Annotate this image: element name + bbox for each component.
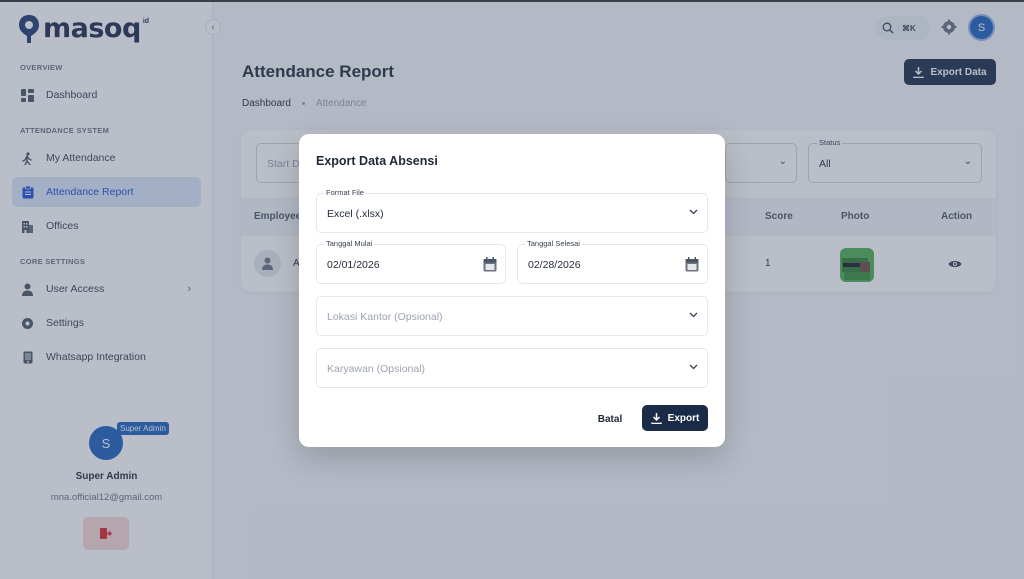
format-file-select[interactable]: Format File Excel (.xlsx) [316, 188, 708, 233]
end-date-value: 02/28/2026 [528, 259, 581, 271]
start-date-label: Tanggal Mulai [324, 239, 375, 248]
employee-placeholder: Karyawan (Opsional) [327, 363, 426, 375]
chevron-down-icon [689, 364, 698, 370]
format-file-value: Excel (.xlsx) [327, 208, 384, 220]
end-date-input[interactable]: Tanggal Selesai 02/28/2026 [517, 239, 708, 284]
chevron-down-icon [689, 209, 698, 215]
start-date-input[interactable]: Tanggal Mulai 02/01/2026 [316, 239, 506, 284]
office-location-placeholder: Lokasi Kantor (Opsional) [327, 311, 443, 323]
window-top-border [0, 0, 1024, 2]
employee-select[interactable]: Karyawan (Opsional) [316, 348, 708, 388]
export-button[interactable]: Export [642, 405, 708, 431]
export-label: Export [667, 412, 700, 424]
download-icon [650, 412, 662, 424]
cancel-button[interactable]: Batal [588, 410, 632, 428]
calendar-icon[interactable] [685, 257, 699, 272]
format-file-label: Format File [324, 188, 366, 197]
export-modal: Export Data Absensi Format File Excel (.… [299, 134, 725, 447]
chevron-down-icon [689, 312, 698, 318]
calendar-icon[interactable] [483, 257, 497, 272]
modal-title: Export Data Absensi [316, 154, 438, 168]
start-date-value: 02/01/2026 [327, 259, 380, 271]
end-date-label: Tanggal Selesai [525, 239, 582, 248]
office-location-select[interactable]: Lokasi Kantor (Opsional) [316, 296, 708, 336]
